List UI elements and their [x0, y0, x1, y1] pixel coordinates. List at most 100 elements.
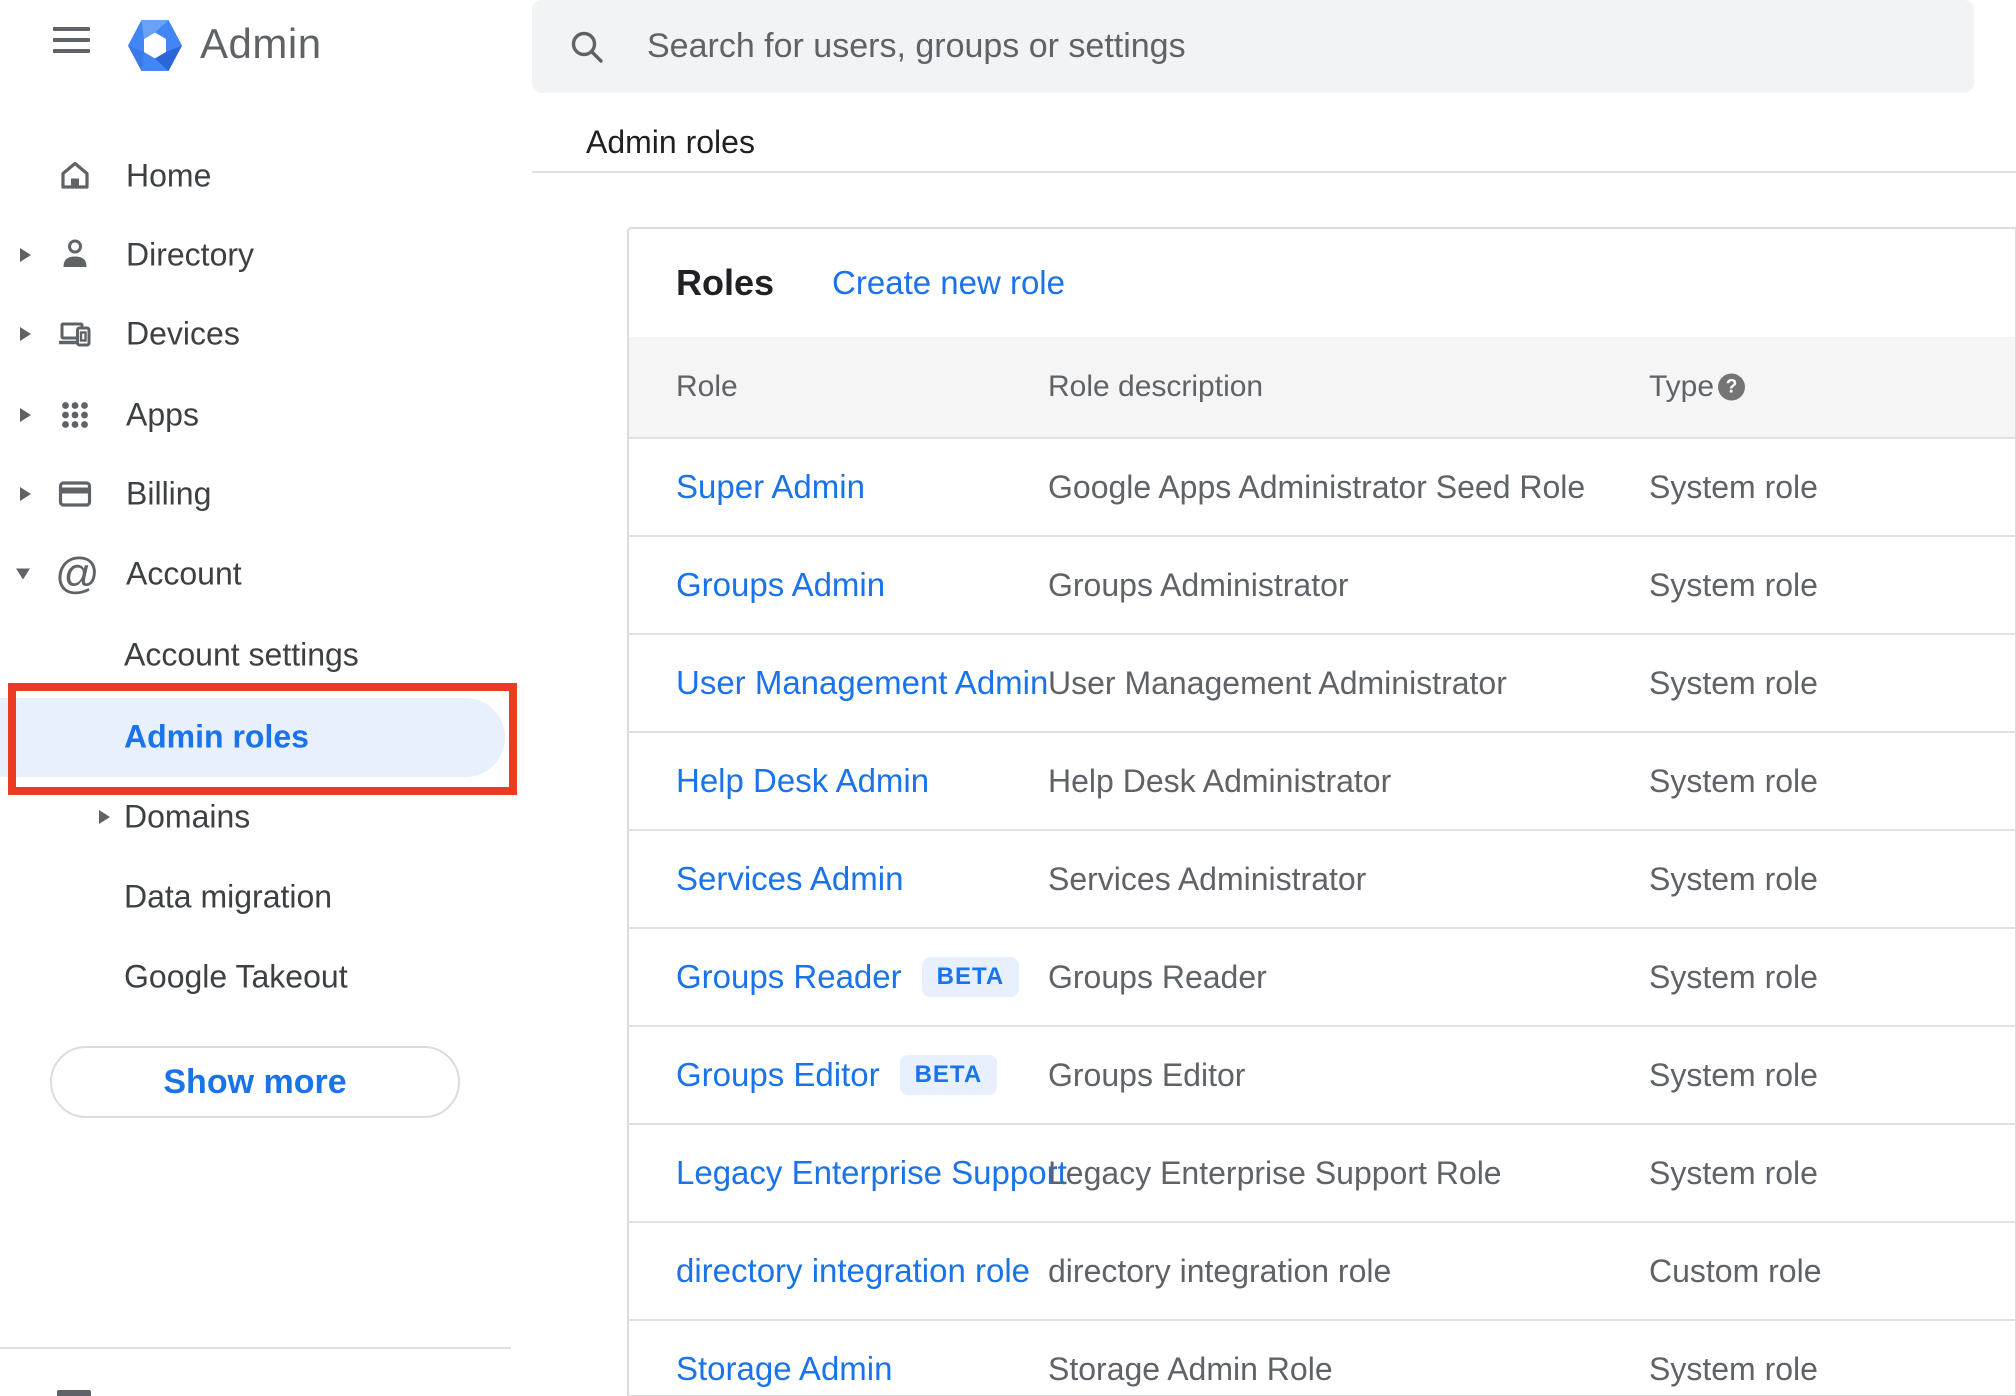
role-description: Services Administrator — [1048, 860, 1367, 897]
admin-logo-icon — [128, 20, 182, 71]
role-type: Custom role — [1649, 1252, 1822, 1289]
table-row: Groups Editor BETA Groups Editor System … — [629, 1025, 2015, 1123]
role-description: User Management Administrator — [1048, 664, 1507, 701]
sidebar-item-home[interactable]: Home — [0, 136, 511, 216]
table-row: Storage Admin Storage Admin Role System … — [629, 1319, 2015, 1396]
sidebar-item-label: Directory — [126, 236, 255, 273]
chevron-right-icon[interactable] — [20, 487, 31, 501]
role-link-label: Groups Reader — [676, 958, 902, 995]
sidebar-item-label: Account settings — [124, 636, 359, 673]
search-input[interactable] — [647, 27, 1974, 66]
chevron-down-icon[interactable] — [16, 568, 30, 580]
search-icon — [571, 31, 603, 63]
role-type: System role — [1649, 1154, 1818, 1191]
role-description: Help Desk Administrator — [1048, 762, 1392, 799]
table-header-row: Role Role description Type ? — [629, 337, 2015, 437]
search-bar[interactable] — [532, 0, 1974, 93]
google-admin-console: Admin Home Directory Devices Apps Billin… — [0, 0, 2016, 1396]
devices-icon — [59, 322, 91, 347]
role-description: Legacy Enterprise Support Role — [1048, 1154, 1502, 1191]
panel-title: Roles — [676, 262, 775, 303]
home-icon — [61, 161, 89, 189]
table-row: Services Admin Services Administrator Sy… — [629, 829, 2015, 927]
chevron-right-icon[interactable] — [99, 810, 110, 824]
role-link[interactable]: Storage Admin — [676, 1321, 892, 1396]
sidebar-item-label: Devices — [126, 315, 240, 352]
role-type: System role — [1649, 860, 1818, 897]
sidebar-item-label: Billing — [126, 475, 212, 512]
content-divider — [532, 171, 2016, 173]
role-description: Groups Editor — [1048, 1056, 1246, 1093]
sidebar-item-domains[interactable]: Domains — [0, 777, 511, 857]
role-type: System role — [1649, 1350, 1818, 1387]
role-link[interactable]: Groups Editor BETA — [676, 1027, 998, 1123]
apps-grid-icon — [62, 402, 88, 428]
sidebar-item-google-takeout[interactable]: Google Takeout — [0, 937, 511, 1017]
column-header-role: Role — [676, 370, 738, 403]
chevron-right-icon[interactable] — [20, 408, 31, 422]
table-row: Groups Reader BETA Groups Reader System … — [629, 927, 2015, 1025]
sidebar-item-account-settings[interactable]: Account settings — [0, 615, 511, 695]
role-type: System role — [1649, 958, 1818, 995]
sidebar-item-account[interactable]: @ Account — [0, 534, 511, 614]
table-row: Groups Admin Groups Administrator System… — [629, 535, 2015, 633]
sidebar-item-label: Account — [126, 555, 242, 592]
create-new-role-link[interactable]: Create new role — [832, 264, 1065, 302]
role-link[interactable]: Groups Reader BETA — [676, 929, 1020, 1025]
help-icon[interactable]: ? — [1718, 373, 1745, 401]
sidebar-item-admin-roles[interactable]: Admin roles — [0, 697, 511, 777]
at-icon: @ — [55, 549, 100, 598]
role-type: System role — [1649, 566, 1818, 603]
role-link[interactable]: Groups Admin — [676, 537, 885, 633]
breadcrumb: Admin roles — [586, 124, 755, 160]
show-more-button[interactable]: Show more — [50, 1046, 460, 1118]
table-row: directory integration role directory int… — [629, 1221, 2015, 1319]
admin-logo-text: Admin — [200, 20, 322, 67]
role-description: Storage Admin Role — [1048, 1350, 1333, 1387]
sidebar-item-data-migration[interactable]: Data migration — [0, 857, 511, 937]
role-description: directory integration role — [1048, 1252, 1392, 1289]
role-description: Groups Administrator — [1048, 566, 1349, 603]
beta-badge: BETA — [921, 957, 1020, 997]
sidebar-item-label: Apps — [126, 396, 199, 433]
role-type: System role — [1649, 664, 1818, 701]
role-description: Groups Reader — [1048, 958, 1267, 995]
table-row: Legacy Enterprise Support Legacy Enterpr… — [629, 1123, 2015, 1221]
hamburger-menu-icon[interactable] — [53, 27, 90, 55]
table-row: Help Desk Admin Help Desk Administrator … — [629, 731, 2015, 829]
role-link[interactable]: directory integration role — [676, 1223, 1030, 1319]
role-link[interactable]: Services Admin — [676, 831, 903, 927]
role-link[interactable]: Help Desk Admin — [676, 733, 929, 829]
role-type: System role — [1649, 468, 1818, 505]
role-link-label: Groups Editor — [676, 1056, 880, 1093]
column-header-type: Type — [1649, 370, 1715, 403]
role-type: System role — [1649, 1056, 1818, 1093]
sidebar-item-label: Admin roles — [124, 718, 309, 755]
sidebar-item-label: Google Takeout — [124, 958, 348, 995]
role-link[interactable]: User Management Admin — [676, 635, 1048, 731]
sidebar-item-label: Data migration — [124, 878, 333, 915]
role-description: Google Apps Administrator Seed Role — [1048, 468, 1586, 505]
roles-panel-header: Roles Create new role — [629, 229, 2015, 337]
table-row: Super Admin Google Apps Administrator Se… — [629, 437, 2015, 535]
sidebar-bottom-divider — [0, 1347, 511, 1349]
table-row: User Management Admin User Management Ad… — [629, 633, 2015, 731]
sidebar-item-label: Home — [126, 157, 212, 194]
roles-panel: Roles Create new role Role Role descript… — [627, 227, 2016, 1396]
sidebar: Admin Home Directory Devices Apps Billin… — [0, 0, 517, 1396]
column-header-role-description: Role description — [1048, 370, 1264, 403]
person-icon — [63, 239, 87, 267]
sidebar-item-apps[interactable]: Apps — [0, 375, 511, 455]
sidebar-item-directory[interactable]: Directory — [0, 215, 511, 295]
role-link[interactable]: Super Admin — [676, 439, 865, 535]
credit-card-icon — [58, 481, 92, 507]
chevron-right-icon[interactable] — [20, 327, 31, 341]
sidebar-item-billing[interactable]: Billing — [0, 454, 511, 534]
sidebar-item-devices[interactable]: Devices — [0, 294, 511, 374]
sidebar-item-label: Domains — [124, 798, 251, 835]
partial-bottom-icon — [57, 1390, 91, 1396]
beta-badge: BETA — [899, 1055, 998, 1095]
role-link[interactable]: Legacy Enterprise Support — [676, 1125, 1067, 1221]
chevron-right-icon[interactable] — [20, 248, 31, 262]
role-type: System role — [1649, 762, 1818, 799]
